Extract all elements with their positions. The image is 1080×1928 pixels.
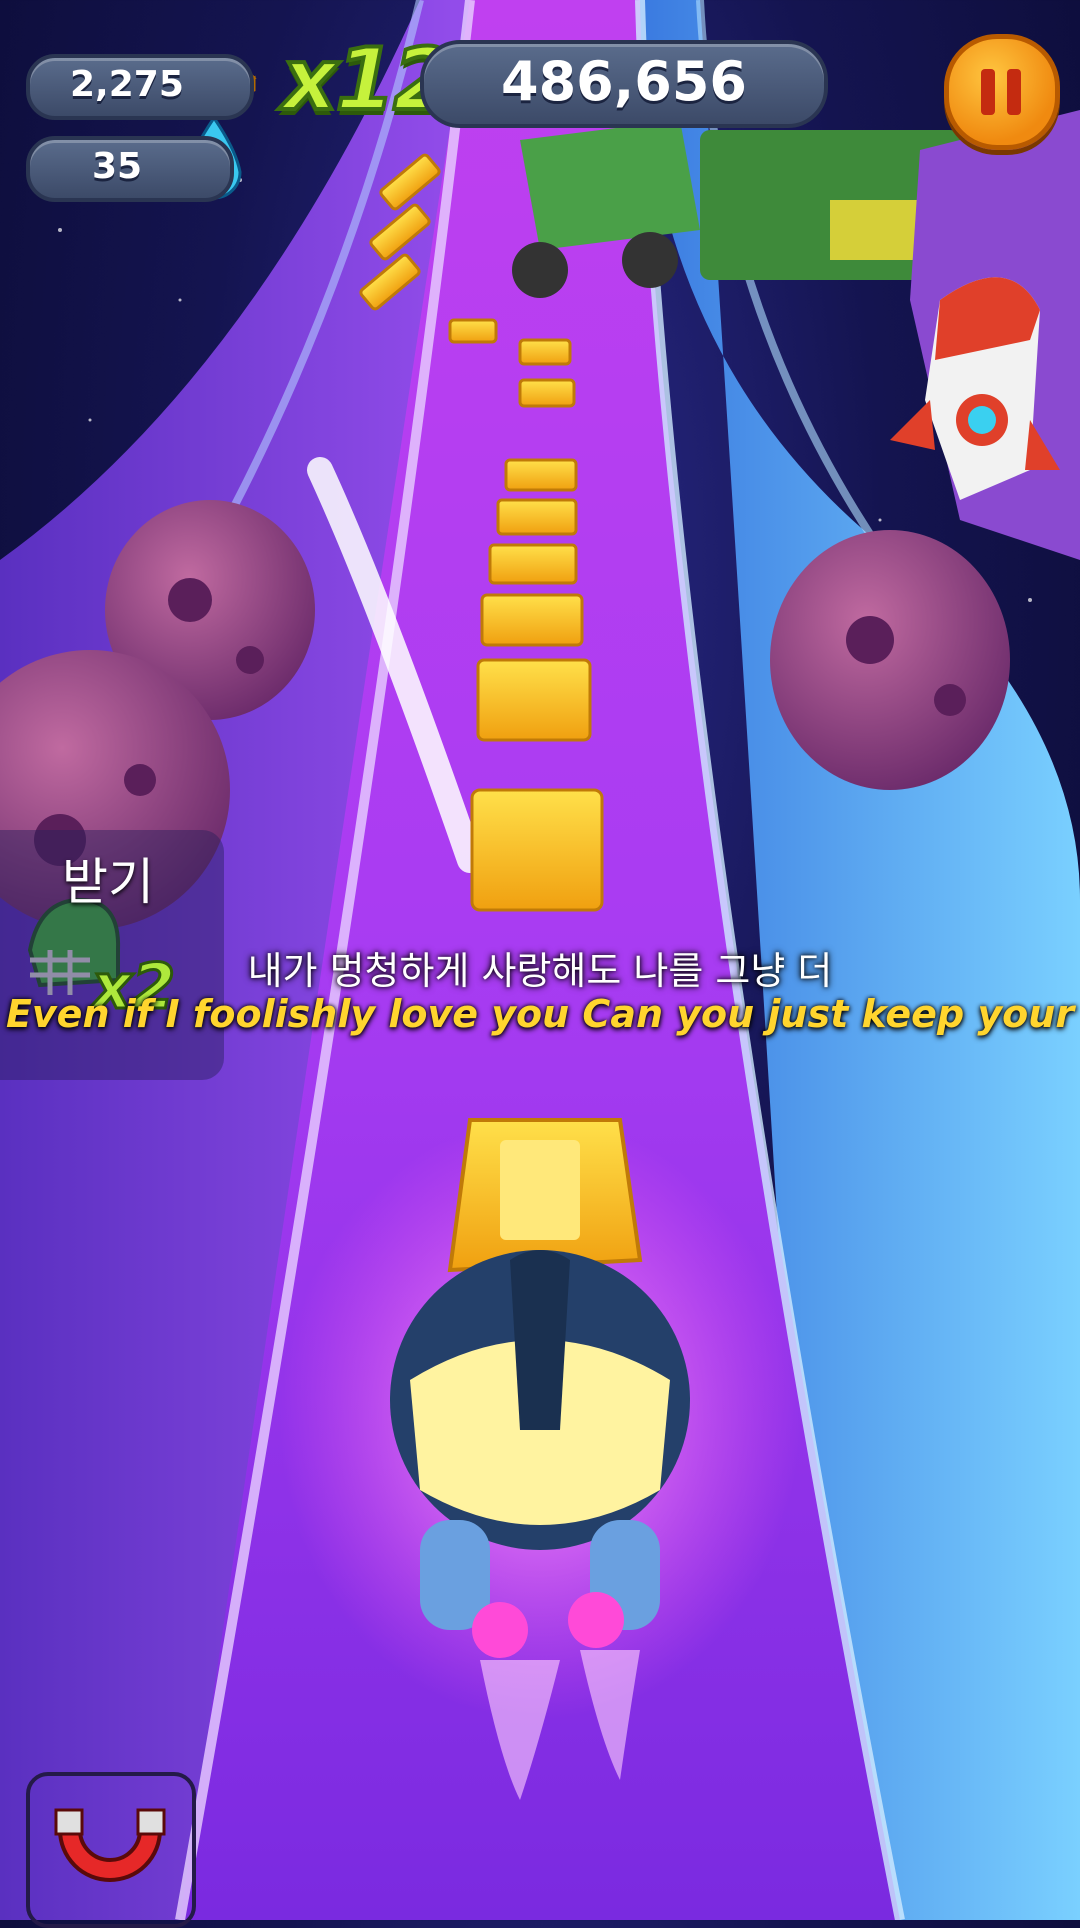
receive-label: 받기 [62,853,154,911]
collected-gold-bar [447,1118,643,1273]
magnet-boost-button[interactable] [26,1772,196,1928]
score-value: 486,656 [501,50,747,113]
subtitle-english: Even if I foolishly love you Can you jus… [5,992,1075,1036]
subtitle-korean: 내가 멍청하게 사랑해도 나를 그냥 더 [247,949,833,993]
drop-count: 35 [92,146,143,187]
gold-count: 2,275 [70,64,184,105]
pause-button[interactable] [944,34,1060,150]
asteroid-right [770,530,1010,790]
